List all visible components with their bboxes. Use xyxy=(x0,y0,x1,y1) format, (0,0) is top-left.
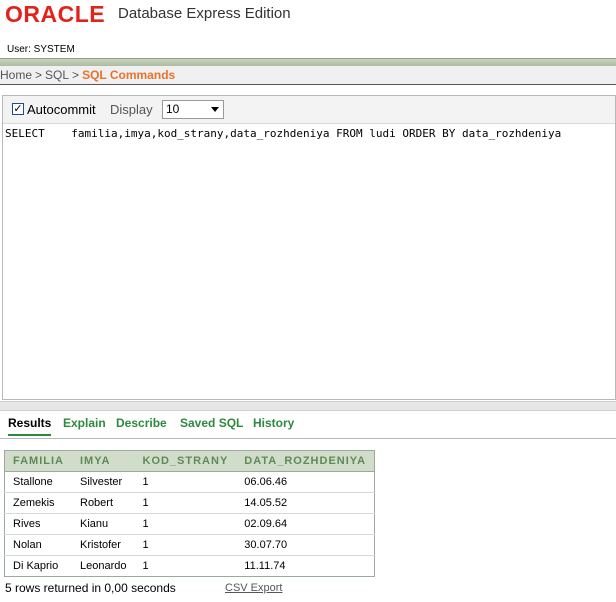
breadcrumb-separator: > xyxy=(72,68,80,82)
breadcrumb-home-link[interactable]: Home xyxy=(0,66,32,84)
cell-data-rozhdeniya: 14.05.52 xyxy=(236,492,375,514)
cell-kod-strany: 1 xyxy=(134,555,237,577)
breadcrumb-sql-link[interactable]: SQL xyxy=(45,66,69,84)
oracle-logo[interactable]: ORACLE xyxy=(5,1,105,28)
current-user: User: SYSTEM xyxy=(7,44,75,55)
tab-results[interactable]: Results xyxy=(8,416,52,436)
chevron-down-icon xyxy=(211,107,219,112)
product-title: Database Express Edition xyxy=(118,5,291,22)
cell-imya: Robert xyxy=(72,492,135,514)
breadcrumb-current-page: SQL Commands xyxy=(82,68,176,82)
csv-export-link[interactable]: CSV Export xyxy=(225,582,282,594)
table-header-row: FAMILIA IMYA KOD_STRANY DATA_ROZHDENIYA xyxy=(4,450,375,472)
autocommit-label[interactable]: Autocommit xyxy=(27,102,96,117)
results-tabs: Results Explain Describe Saved SQL Histo… xyxy=(0,414,616,439)
display-rows-value: 10 xyxy=(166,102,180,116)
table-row: Zemekis Robert 1 14.05.52 xyxy=(4,492,375,514)
cell-kod-strany: 1 xyxy=(134,513,237,535)
tab-history[interactable]: History xyxy=(253,416,294,430)
cell-imya: Kianu xyxy=(72,513,135,535)
cell-data-rozhdeniya: 30.07.70 xyxy=(236,534,375,556)
column-header-data-rozhdeniya: DATA_ROZHDENIYA xyxy=(236,450,375,472)
cell-data-rozhdeniya: 11.11.74 xyxy=(236,555,375,577)
tab-saved-sql[interactable]: Saved SQL xyxy=(180,416,243,430)
cell-data-rozhdeniya: 06.06.46 xyxy=(236,471,375,493)
cell-imya: Silvester xyxy=(72,471,135,493)
cell-familia: Rives xyxy=(4,513,72,535)
breadcrumb-separator: > xyxy=(35,68,43,82)
column-header-imya: IMYA xyxy=(72,450,135,472)
cell-familia: Stallone xyxy=(4,471,72,493)
table-row: Nolan Kristofer 1 30.07.70 xyxy=(4,534,375,556)
rows-returned-status: 5 rows returned in 0,00 seconds xyxy=(5,581,176,595)
results-table: FAMILIA IMYA KOD_STRANY DATA_ROZHDENIYA … xyxy=(4,450,376,577)
cell-kod-strany: 1 xyxy=(134,534,237,556)
breadcrumb: Home > SQL > SQL Commands xyxy=(0,66,616,85)
cell-kod-strany: 1 xyxy=(134,492,237,514)
tab-describe[interactable]: Describe xyxy=(116,416,167,430)
autocommit-checkbox[interactable]: ✓ xyxy=(12,103,24,115)
cell-imya: Leonardo xyxy=(72,555,135,577)
cell-data-rozhdeniya: 02.09.64 xyxy=(236,513,375,535)
column-header-kod-strany: KOD_STRANY xyxy=(134,450,237,472)
cell-imya: Kristofer xyxy=(72,534,135,556)
cell-familia: Di Kaprio xyxy=(4,555,72,577)
table-row: Di Kaprio Leonardo 1 11.11.74 xyxy=(4,555,375,577)
sql-editor-panel: ✓ Autocommit Display 10 SELECT familia,i… xyxy=(2,95,616,400)
display-label: Display xyxy=(110,102,153,117)
table-row: Stallone Silvester 1 06.06.46 xyxy=(4,471,375,493)
display-rows-select[interactable]: 10 xyxy=(162,100,224,119)
app-header: ORACLE Database Express Edition User: SY… xyxy=(0,0,616,58)
cell-kod-strany: 1 xyxy=(134,471,237,493)
cell-familia: Zemekis xyxy=(4,492,72,514)
column-header-familia: FAMILIA xyxy=(4,450,72,472)
tab-explain[interactable]: Explain xyxy=(63,416,106,430)
editor-toolbar: ✓ Autocommit Display 10 xyxy=(3,96,615,124)
editor-resize-handle[interactable] xyxy=(0,401,616,411)
table-row: Rives Kianu 1 02.09.64 xyxy=(4,513,375,535)
cell-familia: Nolan xyxy=(4,534,72,556)
sql-command-textarea[interactable]: SELECT familia,imya,kod_strany,data_rozh… xyxy=(5,127,561,140)
